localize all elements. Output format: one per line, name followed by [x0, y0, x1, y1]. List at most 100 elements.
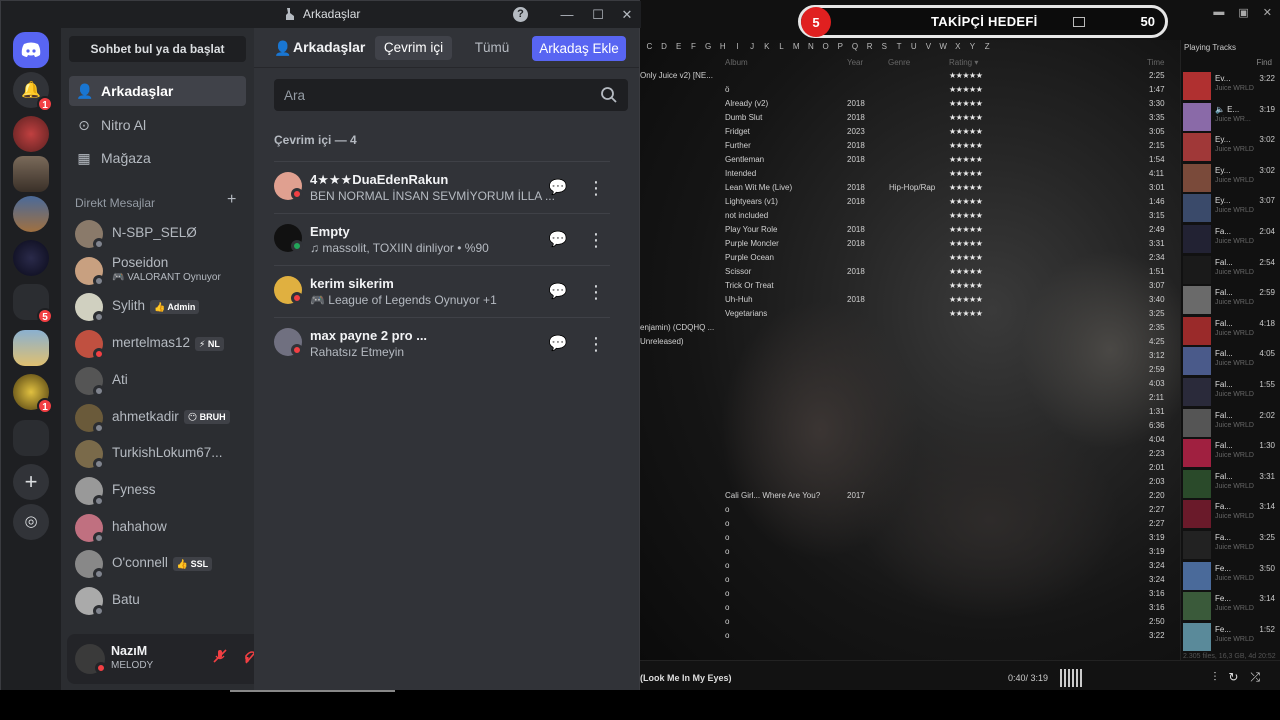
- message-icon[interactable]: 💬: [542, 276, 574, 308]
- friend-row[interactable]: max payne 2 pro ... Rahatsız Etmeyin 💬 ⋮: [274, 317, 610, 369]
- track-row[interactable]: enjamin) (CDQHQ ... 2:35: [640, 323, 1180, 337]
- track-row[interactable]: Vegetarians ★★★★★ 3:25: [640, 309, 1180, 323]
- track-row[interactable]: 2:03: [640, 477, 1180, 491]
- find-conversation-button[interactable]: Sohbet bul ya da başlat: [69, 36, 246, 62]
- playing-track-item[interactable]: Fal... Juice WRLD 2:59: [1183, 285, 1279, 315]
- alphabet-letter[interactable]: K: [760, 42, 775, 51]
- alphabet-letter[interactable]: J: [745, 42, 760, 51]
- track-row[interactable]: Already (v2) 2018 ★★★★★ 3:30: [640, 99, 1180, 113]
- playing-track-item[interactable]: Fal... Juice WRLD 3:31: [1183, 469, 1279, 499]
- dm-item[interactable]: Batu: [69, 585, 246, 621]
- playing-track-item[interactable]: Fal... Juice WRLD 2:02: [1183, 408, 1279, 438]
- track-row[interactable]: Play Your Role 2018 ★★★★★ 2:49: [640, 225, 1180, 239]
- track-row[interactable]: Gentleman 2018 ★★★★★ 1:54: [640, 155, 1180, 169]
- dm-item[interactable]: O'connell 👍 SSL: [69, 548, 246, 584]
- playing-track-item[interactable]: Ev... Juice WRLD 3:22: [1183, 71, 1279, 101]
- mixer-icon[interactable]: ⫶: [1213, 670, 1216, 685]
- maximize-icon[interactable]: ▣: [1238, 6, 1248, 19]
- alphabet-letter[interactable]: G: [701, 42, 716, 51]
- alphabet-letter[interactable]: Y: [965, 42, 980, 51]
- alphabet-letter[interactable]: E: [671, 42, 686, 51]
- help-icon[interactable]: ?: [513, 7, 528, 22]
- playing-track-item[interactable]: 🔈 E... Juice WR... 3:19: [1183, 102, 1279, 132]
- server-icon[interactable]: [13, 240, 49, 276]
- playing-track-item[interactable]: Fal... Juice WRLD 4:18: [1183, 316, 1279, 346]
- track-row[interactable]: Lightyears (v1) 2018 ★★★★★ 1:46: [640, 197, 1180, 211]
- equalizer-icon[interactable]: [1060, 669, 1082, 687]
- alphabet-letter[interactable]: I: [730, 42, 745, 51]
- track-row[interactable]: o 3:16: [640, 603, 1180, 617]
- playing-track-item[interactable]: Fe... Juice WRLD 1:52: [1183, 622, 1279, 652]
- alphabet-letter[interactable]: R: [862, 42, 877, 51]
- discord-home-button[interactable]: [13, 32, 49, 68]
- alphabet-letter[interactable]: V: [921, 42, 936, 51]
- alphabet-letter[interactable]: X: [950, 42, 965, 51]
- playing-track-item[interactable]: Fal... Juice WRLD 1:30: [1183, 438, 1279, 468]
- message-icon[interactable]: 💬: [542, 328, 574, 360]
- col-year[interactable]: Year: [847, 58, 863, 67]
- playing-track-item[interactable]: Ey... Juice WRLD 3:02: [1183, 132, 1279, 162]
- track-row[interactable]: 2:01: [640, 463, 1180, 477]
- track-row[interactable]: 2:11: [640, 393, 1180, 407]
- more-options-icon[interactable]: ⋮: [580, 328, 612, 360]
- track-row[interactable]: Scissor 2018 ★★★★★ 1:51: [640, 267, 1180, 281]
- message-icon[interactable]: 💬: [542, 172, 574, 204]
- playing-track-item[interactable]: Ey... Juice WRLD 3:02: [1183, 163, 1279, 193]
- track-row[interactable]: Lean Wit Me (Live) 2018 Hip-Hop/Rap ★★★★★ 3:…: [640, 183, 1180, 197]
- nav-shop[interactable]: ▦ Mağaza: [69, 143, 246, 173]
- server-icon[interactable]: [13, 156, 49, 192]
- track-row[interactable]: Intended ★★★★★ 4:11: [640, 169, 1180, 183]
- alphabet-letter[interactable]: U: [906, 42, 921, 51]
- dm-item[interactable]: hahahow: [69, 512, 246, 548]
- playing-track-item[interactable]: Fal... Juice WRLD 4:05: [1183, 346, 1279, 376]
- alphabet-letter[interactable]: S: [877, 42, 892, 51]
- playing-track-item[interactable]: Fe... Juice WRLD 3:14: [1183, 591, 1279, 621]
- server-icon[interactable]: [13, 330, 49, 366]
- track-row[interactable]: Cali Girl... Where Are You? 2017 2:20: [640, 491, 1180, 505]
- close-icon[interactable]: ✕: [1263, 6, 1272, 19]
- playing-track-item[interactable]: Fa... Juice WRLD 3:14: [1183, 499, 1279, 529]
- tab-all[interactable]: Tümü: [466, 36, 518, 60]
- track-row[interactable]: o 3:24: [640, 561, 1180, 575]
- create-dm-plus-icon[interactable]: +: [227, 191, 236, 209]
- alphabet-letter[interactable]: N: [804, 42, 819, 51]
- track-row[interactable]: 2:59: [640, 365, 1180, 379]
- track-row[interactable]: Only Juice v2) [NE... ★★★★★ 2:25: [640, 71, 1180, 85]
- alphabet-letter[interactable]: L: [774, 42, 789, 51]
- col-genre[interactable]: Genre: [888, 58, 910, 67]
- track-row[interactable]: o 3:22: [640, 631, 1180, 645]
- dm-item[interactable]: ahmetkadir 😶 BRUH: [69, 402, 246, 438]
- alphabet-letter[interactable]: F: [686, 42, 701, 51]
- track-row[interactable]: Trick Or Treat ★★★★★ 3:07: [640, 281, 1180, 295]
- minimize-button[interactable]: —: [557, 5, 577, 25]
- track-row[interactable]: 3:12: [640, 351, 1180, 365]
- friend-row[interactable]: 4★★★DuaEdenRakun BEN NORMAL İNSAN SEVMİYO…: [274, 161, 610, 213]
- dm-item[interactable]: Ati: [69, 365, 246, 401]
- dm-item[interactable]: N-SBP_SELØ: [69, 218, 246, 254]
- nav-nitro[interactable]: ⊙ Nitro Al: [69, 110, 246, 140]
- track-row[interactable]: 6:36: [640, 421, 1180, 435]
- friend-row[interactable]: Empty ♫ massolit, TOXIIN dinliyor • %90 💬 ⋮: [274, 213, 610, 265]
- track-row[interactable]: Unreleased) 4:25: [640, 337, 1180, 351]
- track-row[interactable]: 1:31: [640, 407, 1180, 421]
- mute-mic-icon[interactable]: [209, 648, 231, 670]
- alphabet-letter[interactable]: Q: [848, 42, 863, 51]
- track-row[interactable]: Uh-Huh 2018 ★★★★★ 3:40: [640, 295, 1180, 309]
- dm-item[interactable]: mertelmas12 ⚡ NL: [69, 328, 246, 364]
- track-row[interactable]: 4:03: [640, 379, 1180, 393]
- track-row[interactable]: Purple Ocean ★★★★★ 2:34: [640, 253, 1180, 267]
- server-icon[interactable]: [13, 196, 49, 232]
- track-row[interactable]: 4:04: [640, 435, 1180, 449]
- alphabet-letter[interactable]: M: [789, 42, 804, 51]
- alphabet-letter[interactable]: C: [642, 42, 657, 51]
- track-row[interactable]: o 3:19: [640, 533, 1180, 547]
- repeat-icon[interactable]: ↻: [1228, 670, 1238, 685]
- message-icon[interactable]: 💬: [542, 224, 574, 256]
- server-icon[interactable]: 1: [13, 374, 53, 414]
- alphabet-letter[interactable]: P: [833, 42, 848, 51]
- server-folder[interactable]: [13, 420, 49, 456]
- dm-item[interactable]: Poseidon 🎮 VALORANT Oynuyor: [69, 255, 246, 291]
- track-row[interactable]: o 2:50: [640, 617, 1180, 631]
- explore-servers-button[interactable]: ◎: [13, 504, 49, 540]
- playing-track-item[interactable]: Fa... Juice WRLD 2:04: [1183, 224, 1279, 254]
